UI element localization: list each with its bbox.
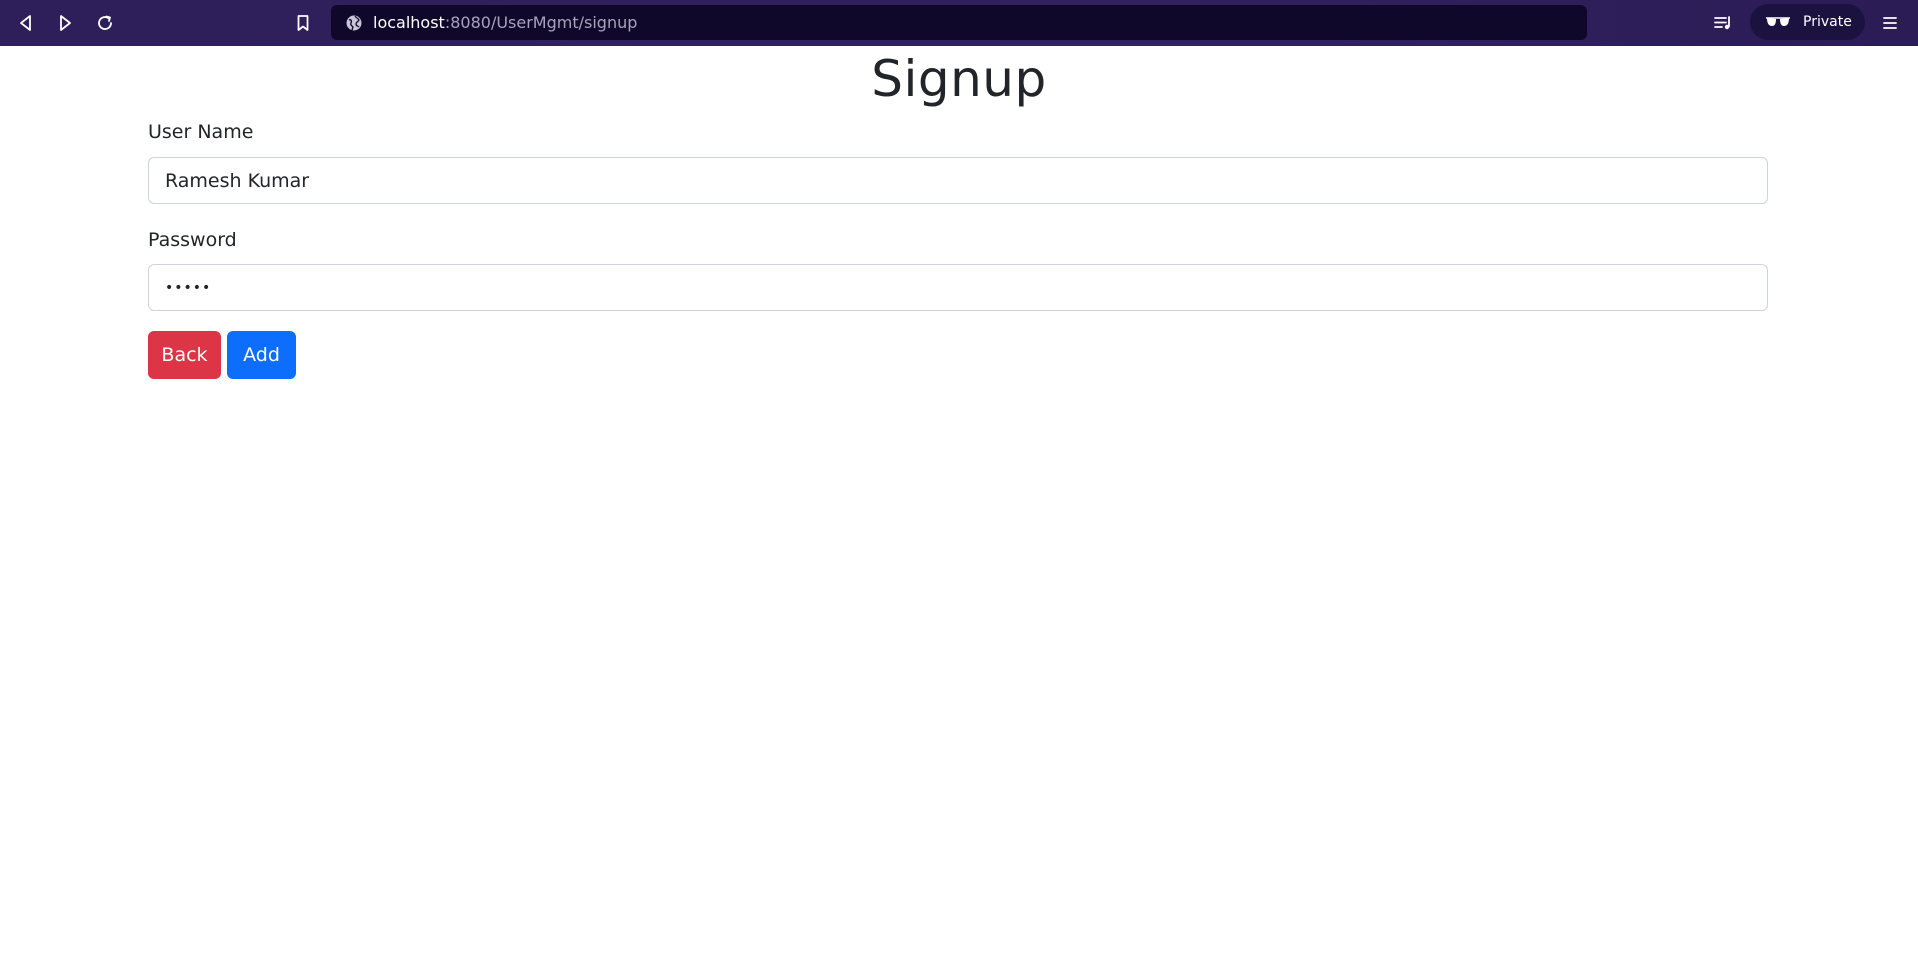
page-title: Signup [871, 50, 1047, 108]
globe-icon [345, 14, 363, 32]
url-text: localhost:8080/UserMgmt/signup [373, 5, 637, 40]
url-host: localhost [373, 13, 445, 32]
browser-toolbar: localhost:8080/UserMgmt/signup Private [0, 0, 1918, 46]
back-button[interactable]: Back [148, 331, 221, 379]
private-mode-badge[interactable]: Private [1750, 4, 1865, 40]
private-label: Private [1803, 14, 1852, 30]
username-label: User Name [148, 121, 254, 143]
playlist-icon[interactable] [1707, 7, 1739, 39]
password-label: Password [148, 229, 237, 251]
reload-icon[interactable] [89, 7, 121, 39]
address-bar[interactable]: localhost:8080/UserMgmt/signup [331, 5, 1587, 40]
add-button[interactable]: Add [227, 331, 296, 379]
forward-arrow-icon[interactable] [49, 7, 81, 39]
private-glasses-icon [1765, 15, 1791, 34]
username-input[interactable] [148, 157, 1768, 204]
bookmark-icon[interactable] [287, 7, 319, 39]
hamburger-menu-icon[interactable] [1874, 7, 1906, 39]
password-input[interactable] [148, 264, 1768, 311]
url-path: :8080/UserMgmt/signup [444, 13, 638, 32]
back-arrow-icon[interactable] [10, 7, 42, 39]
